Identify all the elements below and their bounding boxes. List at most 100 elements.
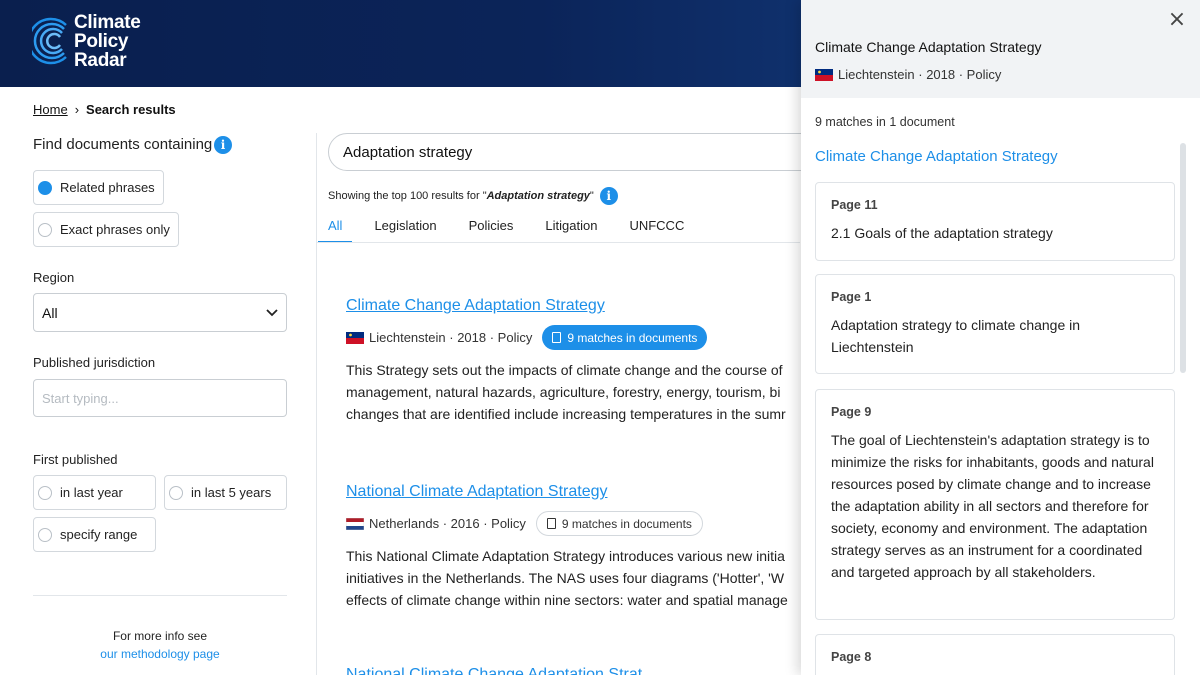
info-icon[interactable]: i bbox=[214, 136, 232, 154]
result-desc-line: This National Climate Adaptation Strateg… bbox=[346, 548, 785, 564]
exact-phrases-label: Exact phrases only bbox=[60, 222, 170, 237]
tab-all[interactable]: All bbox=[318, 214, 353, 243]
matches-badge[interactable]: 9 matches in documents bbox=[542, 325, 708, 350]
panel-matches-count: 9 matches in 1 document bbox=[815, 115, 955, 129]
tab-policies[interactable]: Policies bbox=[459, 214, 524, 243]
close-icon[interactable]: × bbox=[1166, 9, 1188, 32]
result-description: This National Climate Adaptation Strateg… bbox=[346, 545, 801, 611]
find-documents-label: Find documents containing bbox=[33, 136, 213, 153]
panel-type: Policy bbox=[966, 67, 1002, 82]
panel-document-link[interactable]: Climate Change Adaptation Strategy bbox=[815, 148, 1058, 165]
chevron-down-icon bbox=[266, 308, 278, 316]
result-description: This Strategy sets out the impacts of cl… bbox=[346, 359, 801, 425]
result-year: 2016 bbox=[450, 516, 480, 531]
exact-phrases-option[interactable]: Exact phrases only bbox=[33, 212, 179, 247]
match-card-page: Page 9 bbox=[831, 405, 872, 419]
result-title-link[interactable]: National Climate Change Adaptation Strat bbox=[346, 666, 806, 675]
category-tabs: All Legislation Policies Litigation UNFC… bbox=[318, 214, 706, 243]
panel-meta: Liechtenstein · 2018 · Policy bbox=[815, 67, 1001, 82]
liechtenstein-flag-icon bbox=[815, 68, 833, 81]
result-desc-line: effects of climate change within nine se… bbox=[346, 592, 788, 608]
match-card[interactable]: Page 1 Adaptation strategy to climate ch… bbox=[815, 274, 1175, 374]
search-query: Adaptation strategy bbox=[343, 143, 473, 161]
logo-text-line2: Policy bbox=[74, 31, 129, 52]
result-title-link[interactable]: National Climate Adaptation Strategy bbox=[346, 483, 806, 501]
specify-range-label: specify range bbox=[60, 527, 138, 542]
document-icon bbox=[546, 518, 556, 529]
match-card[interactable]: Page 9 The goal of Liechtenstein's adapt… bbox=[815, 389, 1175, 620]
showing-suffix: " bbox=[589, 190, 594, 202]
result-meta: Netherlands · 2016 · Policy 9 matches in… bbox=[346, 511, 806, 536]
result-desc-line: changes that are identified include incr… bbox=[346, 406, 786, 422]
site-logo[interactable]: Climate Policy Radar bbox=[32, 13, 141, 70]
showing-query: Adaptation strategy bbox=[486, 190, 590, 202]
showing-prefix: Showing the top 100 results for " bbox=[328, 190, 487, 202]
result-type: Policy bbox=[491, 516, 526, 531]
result-title-link[interactable]: Climate Change Adaptation Strategy bbox=[346, 297, 806, 315]
last-year-label: in last year bbox=[60, 485, 123, 500]
last-year-option[interactable]: in last year bbox=[33, 475, 156, 510]
sidebar-border bbox=[316, 133, 317, 675]
panel-scrollbar[interactable] bbox=[1180, 143, 1186, 373]
methodology-link[interactable]: our methodology page bbox=[33, 645, 287, 663]
match-card-page: Page 1 bbox=[831, 290, 872, 304]
liechtenstein-flag-icon bbox=[346, 331, 364, 344]
tab-unfccc[interactable]: UNFCCC bbox=[619, 214, 694, 243]
match-card[interactable]: Page 8 bbox=[815, 634, 1175, 675]
result-desc-line: This Strategy sets out the impacts of cl… bbox=[346, 362, 783, 378]
logo-text-line1: Climate bbox=[74, 12, 141, 33]
match-card-page: Page 8 bbox=[831, 650, 872, 664]
netherlands-flag-icon bbox=[346, 517, 364, 530]
document-icon bbox=[552, 332, 562, 343]
result-country: Netherlands bbox=[369, 516, 440, 531]
result-desc-line: initiatives in the Netherlands. The NAS … bbox=[346, 570, 785, 586]
radio-checked-icon bbox=[38, 180, 52, 195]
match-card-page: Page 11 bbox=[831, 198, 878, 212]
radio-unchecked-icon bbox=[169, 485, 183, 500]
breadcrumb-current: Search results bbox=[86, 102, 176, 117]
radio-unchecked-icon bbox=[38, 222, 52, 237]
result-country: Liechtenstein bbox=[369, 330, 446, 345]
first-published-label: First published bbox=[33, 452, 118, 467]
panel-year: 2018 bbox=[926, 67, 956, 82]
search-input[interactable]: Adaptation strategy bbox=[328, 133, 848, 171]
search-result: National Climate Change Adaptation Strat bbox=[346, 666, 806, 675]
related-phrases-option[interactable]: Related phrases bbox=[33, 170, 164, 205]
match-card-text: 2.1 Goals of the adaptation strategy bbox=[831, 225, 1053, 241]
matches-badge-label: 9 matches in documents bbox=[567, 330, 698, 345]
more-info: For more info see our methodology page bbox=[33, 627, 287, 663]
region-label: Region bbox=[33, 270, 75, 285]
search-result: National Climate Adaptation Strategy Net… bbox=[346, 483, 806, 611]
match-card-text: The goal of Liechtenstein's adaptation s… bbox=[831, 432, 1154, 580]
panel-country: Liechtenstein bbox=[838, 67, 915, 82]
match-card[interactable]: Page 11 2.1 Goals of the adaptation stra… bbox=[815, 182, 1175, 261]
region-select[interactable]: All bbox=[33, 293, 287, 332]
sidebar-divider bbox=[33, 595, 287, 596]
document-preview-panel: Climate Change Adaptation Strategy Liech… bbox=[801, 0, 1200, 675]
tab-litigation[interactable]: Litigation bbox=[535, 214, 607, 243]
logo-text-line3: Radar bbox=[74, 50, 127, 71]
breadcrumb: Home › Search results bbox=[33, 102, 176, 117]
matches-badge[interactable]: 9 matches in documents bbox=[535, 511, 703, 536]
tab-legislation[interactable]: Legislation bbox=[364, 214, 446, 243]
last-5-years-option[interactable]: in last 5 years bbox=[164, 475, 287, 510]
panel-header: Climate Change Adaptation Strategy Liech… bbox=[801, 0, 1200, 98]
jurisdiction-input[interactable] bbox=[33, 379, 287, 417]
radio-unchecked-icon bbox=[38, 527, 52, 542]
results-info-icon[interactable]: i bbox=[599, 187, 618, 205]
matches-badge-label: 9 matches in documents bbox=[561, 516, 692, 531]
specify-range-option[interactable]: specify range bbox=[33, 517, 156, 552]
radio-unchecked-icon bbox=[38, 485, 52, 500]
published-jurisdiction-label: Published jurisdiction bbox=[33, 355, 156, 370]
result-desc-line: management, natural hazards, agriculture… bbox=[346, 384, 781, 400]
breadcrumb-home-link[interactable]: Home bbox=[33, 102, 68, 117]
panel-title: Climate Change Adaptation Strategy bbox=[815, 39, 1042, 55]
logo-mark-icon bbox=[32, 17, 67, 65]
region-select-value: All bbox=[42, 304, 58, 321]
search-result: Climate Change Adaptation Strategy Liech… bbox=[346, 297, 806, 425]
match-card-text: Adaptation strategy to climate change in… bbox=[831, 317, 1081, 355]
result-meta: Liechtenstein · 2018 · Policy 9 matches … bbox=[346, 325, 806, 350]
tabs-divider bbox=[317, 242, 800, 243]
results-summary: Showing the top 100 results for "Adaptat… bbox=[328, 187, 618, 205]
more-info-text: For more info see bbox=[112, 629, 208, 643]
